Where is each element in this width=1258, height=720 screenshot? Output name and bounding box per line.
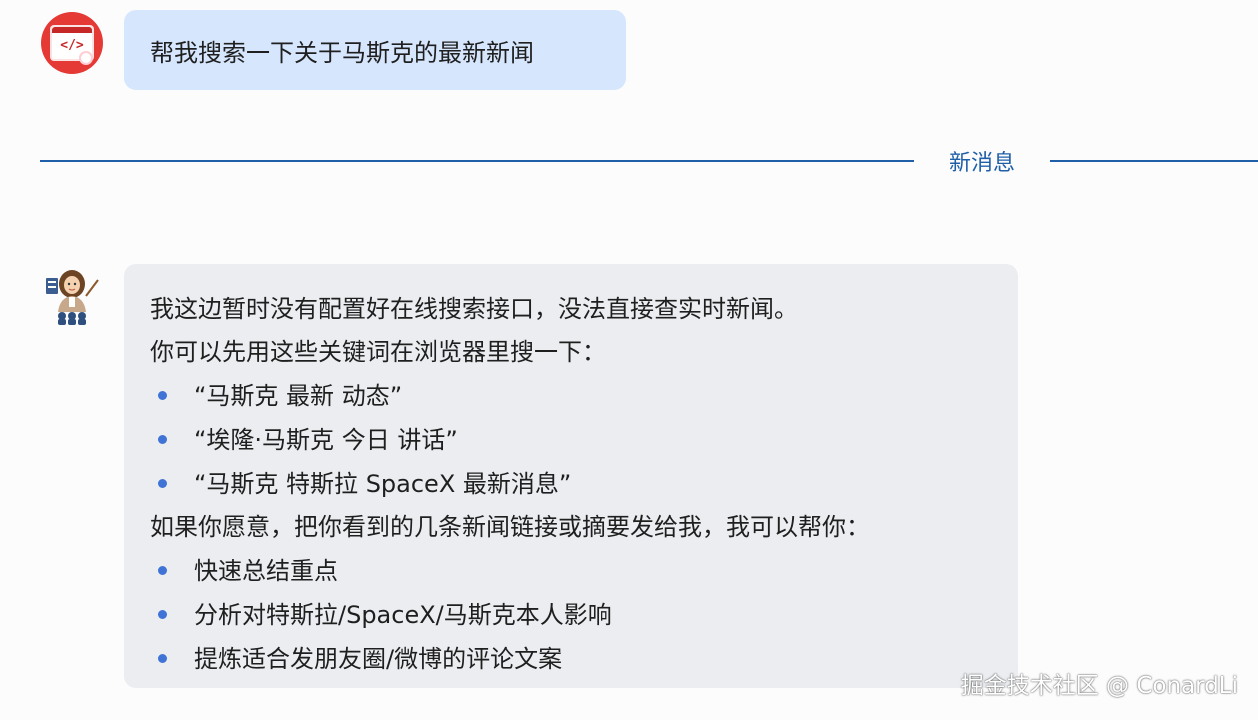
user-message-bubble: 帮我搜索一下关于马斯克的最新新闻 <box>124 10 626 90</box>
flower-icon <box>79 51 93 65</box>
assistant-intro-line-2: 你可以先用这些关键词在浏览器里搜一下： <box>150 338 606 366</box>
assistant-offer-line: 如果你愿意，把你看到的几条新闻链接或摘要发给我，我可以帮你： <box>150 513 870 541</box>
bullet-icon <box>158 566 167 575</box>
new-message-divider-label: 新消息 <box>948 151 1015 176</box>
list-item: 分析对特斯拉/SpaceX/马斯克本人影响 <box>150 593 992 637</box>
assistant-message-bubble: 我这边暂时没有配置好在线搜索接口，没法直接查实时新闻。 你可以先用这些关键词在浏… <box>124 264 1018 688</box>
watermark: 掘金技术社区 @ ConardLi <box>960 673 1238 699</box>
bullet-icon <box>158 479 167 488</box>
assistant-intro-line-1: 我这边暂时没有配置好在线搜索接口，没法直接查实时新闻。 <box>150 295 798 323</box>
list-item: “马斯克 特斯拉 SpaceX 最新消息” <box>150 462 992 506</box>
chat-page: </> 帮我搜索一下关于马斯克的最新新闻 新消息 我这边暂时没有配置好在线搜索接… <box>0 0 1258 720</box>
user-message-text: 帮我搜索一下关于马斯克的最新新闻 <box>150 38 534 67</box>
list-item: “埃隆·马斯克 今日 讲话” <box>150 418 992 462</box>
bullet-icon <box>158 435 167 444</box>
bullet-icon <box>158 391 167 400</box>
list-item: 快速总结重点 <box>150 549 992 593</box>
user-avatar: </> <box>41 12 103 74</box>
list-item: 提炼适合发朋友圈/微博的评论文案 <box>150 637 992 681</box>
divider-line-right <box>1050 160 1258 162</box>
keyword-list: “马斯克 最新 动态” “埃隆·马斯克 今日 讲话” “马斯克 特斯拉 Spac… <box>150 374 992 506</box>
option-list: 快速总结重点 分析对特斯拉/SpaceX/马斯克本人影响 提炼适合发朋友圈/微博… <box>150 549 992 681</box>
bullet-icon <box>158 610 167 619</box>
list-item: “马斯克 最新 动态” <box>150 374 992 418</box>
teacher-avatar-icon <box>46 270 99 325</box>
bullet-icon <box>158 654 167 663</box>
divider-line-left <box>40 160 914 162</box>
